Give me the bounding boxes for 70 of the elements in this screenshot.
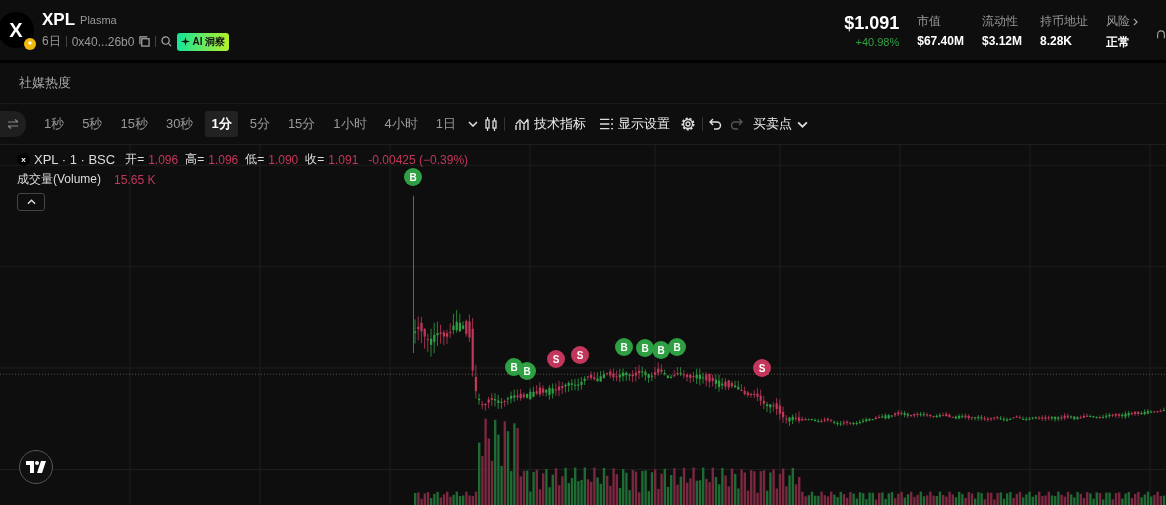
candlestick-icon[interactable]	[484, 117, 499, 131]
volume-label: 成交量(Volume)	[17, 171, 102, 188]
stat-value: $67.40M	[917, 34, 964, 48]
trade-points-button[interactable]: 买卖点	[749, 115, 813, 133]
undo-icon[interactable]	[709, 118, 724, 130]
stat-label: 流动性	[981, 13, 1019, 30]
trade-marker: S	[571, 346, 589, 364]
ohlc-value: 1.096	[208, 152, 239, 167]
token-symbol: XPL	[42, 9, 76, 30]
interval-tab[interactable]: 15分	[281, 111, 322, 137]
trade-marker: B	[652, 341, 670, 359]
stat-value: $3.12M	[981, 34, 1022, 48]
chevron-down-icon[interactable]	[468, 121, 479, 127]
ohlc-value: 1.091	[328, 152, 359, 167]
trade-marker: B	[518, 362, 536, 380]
legend-logo: x	[17, 153, 30, 166]
swap-button[interactable]	[0, 111, 26, 137]
interval-tab[interactable]: 5秒	[76, 111, 109, 137]
search-icon[interactable]	[161, 36, 173, 47]
token-age: 6日	[42, 33, 61, 50]
chevron-right-icon	[1133, 17, 1138, 26]
interval-tab[interactable]: 1小时	[327, 111, 373, 137]
trade-marker: S	[753, 359, 771, 377]
collapse-button[interactable]	[17, 193, 45, 211]
chart-icon	[515, 117, 530, 131]
interval-tab[interactable]: 30秒	[159, 111, 200, 137]
interval-tab[interactable]: 1秒	[38, 111, 71, 137]
list-icon	[600, 118, 614, 130]
tradingview-logo[interactable]	[19, 450, 53, 484]
chevron-up-icon	[26, 199, 36, 205]
coin-icon	[24, 38, 36, 50]
display-settings-button[interactable]: 显示设置	[596, 115, 675, 133]
trade-marker: B	[668, 338, 686, 356]
volume-value: 15.65 K	[114, 172, 156, 187]
contract-address: 0x40...26b0	[71, 34, 135, 49]
interval-tab[interactable]: 1日	[429, 111, 463, 137]
interval-tab[interactable]: 5分	[243, 111, 276, 137]
logo-letter: X	[9, 18, 23, 42]
trade-marker: B	[615, 338, 633, 356]
ohlc-value: 1.096	[148, 152, 179, 167]
interval-tab[interactable]: 1分	[205, 111, 238, 137]
stat-label: 市值	[917, 13, 943, 30]
stat-value: 8.28K	[1040, 34, 1074, 48]
trade-marker: B	[404, 168, 422, 186]
copy-icon[interactable]	[139, 36, 151, 47]
token-name: Plasma	[80, 13, 117, 26]
stat-value: 正常	[1106, 34, 1131, 51]
ohlc-label: 开=	[125, 151, 145, 168]
legend-title: XPL · 1 · BSC	[34, 152, 116, 167]
sparkle-icon	[181, 37, 191, 46]
indicators-button[interactable]: 技术指标	[511, 115, 591, 133]
token-price: $1.091	[844, 13, 900, 34]
chevron-down-icon	[797, 120, 809, 128]
legend-change: -0.00425 (−0.39%)	[368, 152, 469, 167]
swap-icon	[7, 119, 19, 129]
price-change: +40.98%	[855, 36, 900, 48]
trade-marker: B	[636, 339, 654, 357]
trade-marker: S	[547, 350, 565, 368]
section-tab[interactable]: 社媒热度	[19, 74, 71, 92]
ai-insight-button[interactable]: AI 洞察	[177, 32, 230, 51]
stat-label: 持币地址	[1040, 13, 1088, 30]
ohlc-value: 1.090	[268, 152, 299, 167]
interval-tab[interactable]: 4小时	[378, 111, 424, 137]
ohlc-label: 收=	[305, 151, 325, 168]
settings-icon[interactable]	[680, 116, 697, 132]
ohlc-label: 高=	[185, 151, 205, 168]
stat-link[interactable]: 风险	[1106, 13, 1138, 30]
redo-icon[interactable]	[729, 118, 744, 130]
ohlc-label: 低=	[245, 151, 265, 168]
interval-tab[interactable]: 15秒	[114, 111, 154, 137]
